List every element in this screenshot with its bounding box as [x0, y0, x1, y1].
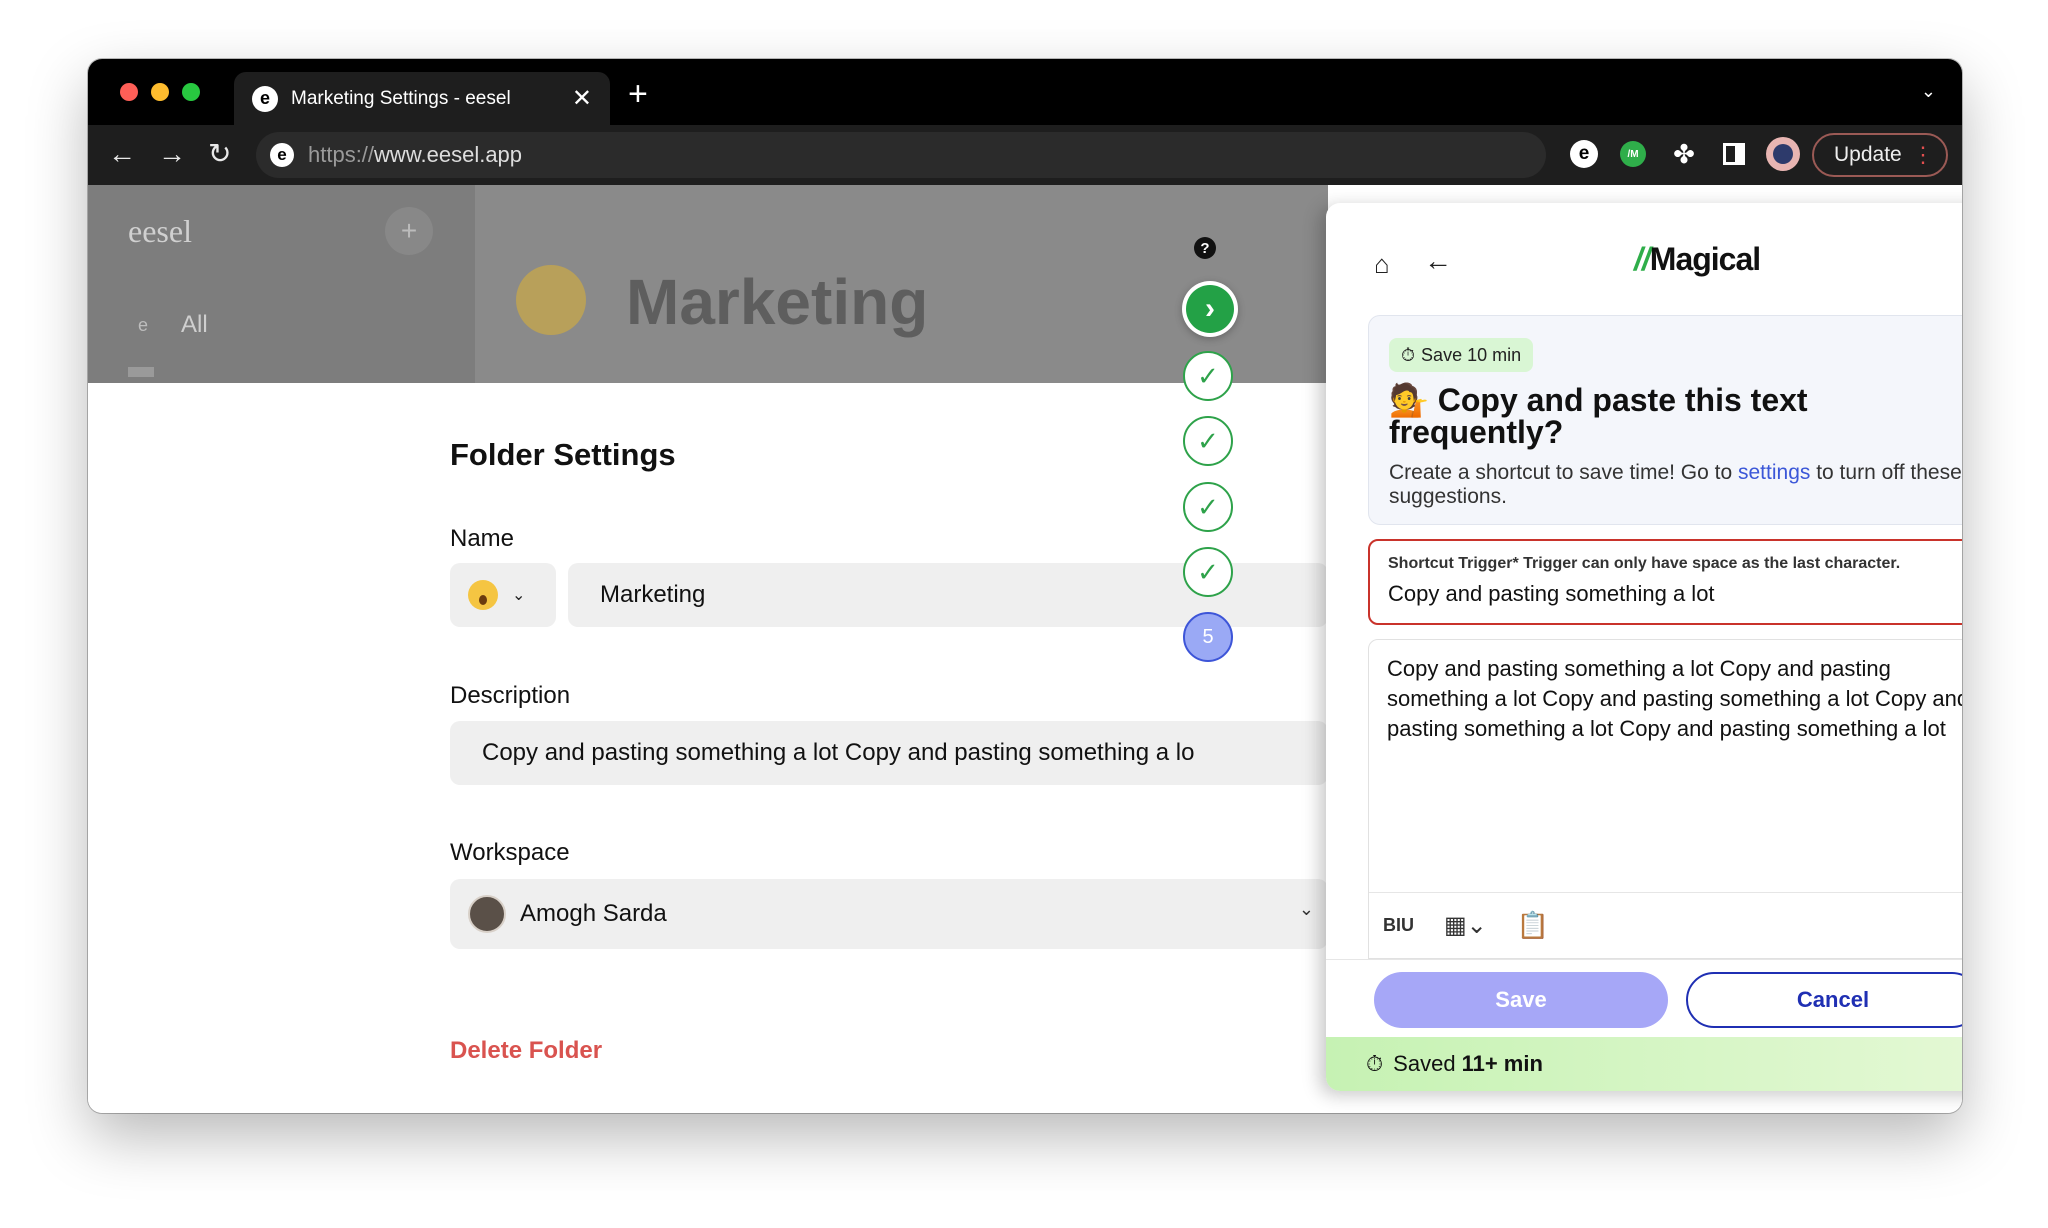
- suggestion-body: Create a shortcut to save time! Go to se…: [1389, 461, 1962, 509]
- all-folder-icon: e: [138, 315, 149, 335]
- add-folder-button[interactable]: +: [385, 207, 433, 255]
- step-check-icon[interactable]: ✓: [1183, 351, 1233, 401]
- url-text: https://www.eesel.app: [308, 142, 522, 168]
- site-info-icon[interactable]: e: [270, 143, 294, 167]
- side-panel-glyph: [1723, 143, 1745, 165]
- shortcut-trigger-label: Shortcut Trigger* Trigger can only have …: [1388, 555, 1901, 572]
- description-input[interactable]: Copy and pasting something a lot Copy an…: [450, 721, 1328, 785]
- new-tab-button[interactable]: +: [628, 75, 648, 114]
- browser-tab-active[interactable]: e Marketing Settings - eesel ✕: [234, 72, 610, 125]
- tab-bar: e Marketing Settings - eesel ✕ + ⌄: [88, 59, 1962, 125]
- close-window-button[interactable]: [120, 83, 138, 101]
- save-button[interactable]: Save: [1374, 972, 1668, 1028]
- stopwatch-icon: ⏱: [1366, 1051, 1384, 1076]
- step-check-icon[interactable]: ✓: [1183, 547, 1233, 597]
- url-host: www.eesel.app: [374, 142, 523, 167]
- tab-close-icon[interactable]: ✕: [572, 84, 592, 113]
- calendar-icon[interactable]: ▦⌄: [1444, 911, 1487, 940]
- eesel-favicon-icon: e: [252, 85, 278, 112]
- person-tipping-hand-icon: 💁: [1389, 382, 1429, 418]
- settings-link[interactable]: settings: [1738, 461, 1810, 484]
- sidebar-item-all[interactable]: All: [181, 311, 208, 339]
- snippet-editor[interactable]: Copy and pasting something a lot Copy an…: [1368, 639, 1962, 959]
- step-check-icon[interactable]: ✓: [1183, 416, 1233, 466]
- url-scheme: https://: [308, 142, 375, 167]
- emoji-picker[interactable]: ⌄: [450, 563, 556, 627]
- back-arrow-icon[interactable]: ←: [108, 139, 136, 169]
- suggestion-body-text: Create a shortcut to save time! Go to: [1389, 461, 1738, 484]
- editor-toolbar: BIU ▦⌄ 📋: [1369, 892, 1962, 958]
- workspace-value: Amogh Sarda: [520, 900, 667, 927]
- magical-logo-slash: //: [1634, 241, 1651, 277]
- step-current[interactable]: 5: [1183, 612, 1233, 662]
- magical-toggle-button[interactable]: ›: [1182, 281, 1238, 337]
- magical-panel: ⌂ ← //Magical ⏱ Save 10 min 💁 Copy and p…: [1326, 203, 1962, 1091]
- profile-avatar[interactable]: [1766, 137, 1800, 171]
- name-label: Name: [450, 525, 515, 552]
- suggestion-title: 💁 Copy and paste this text frequently?: [1389, 384, 1949, 448]
- forward-arrow-icon[interactable]: →: [158, 139, 186, 169]
- shortcut-trigger-input[interactable]: Copy and pasting something a lot: [1388, 581, 1962, 607]
- magical-logo: //Magical: [1634, 241, 1761, 278]
- suggestion-title-text: Copy and paste this text frequently?: [1389, 382, 1808, 450]
- workspace-label: Workspace: [450, 839, 570, 866]
- tab-search-chevron-icon[interactable]: ⌄: [1921, 81, 1936, 102]
- update-button[interactable]: Update ⋮: [1812, 133, 1948, 177]
- sidebar: eesel + e All: [88, 185, 475, 383]
- back-arrow-icon[interactable]: ←: [1424, 245, 1452, 277]
- browser-window: e Marketing Settings - eesel ✕ + ⌄ ← → ↻…: [88, 59, 1962, 1113]
- page-content: eesel + e All Marketing Folder Settings …: [88, 185, 1962, 1113]
- snippet-text[interactable]: Copy and pasting something a lot Copy an…: [1387, 654, 1962, 744]
- saved-prefix: Saved: [1393, 1051, 1456, 1076]
- dimmed-background: eesel + e All Marketing: [88, 185, 1328, 383]
- suggestion-card: ⏱ Save 10 min 💁 Copy and paste this text…: [1368, 315, 1962, 525]
- folder-emoji-icon: [516, 265, 586, 335]
- minimize-window-button[interactable]: [151, 83, 169, 101]
- eesel-extension-icon[interactable]: e: [1570, 140, 1598, 168]
- magical-logo-text: Magical: [1649, 241, 1761, 277]
- step-check-icon[interactable]: ✓: [1183, 482, 1233, 532]
- cancel-button[interactable]: Cancel: [1686, 972, 1962, 1028]
- page-title: Marketing: [626, 266, 929, 338]
- home-icon[interactable]: ⌂: [1374, 249, 1390, 280]
- shortcut-trigger-field[interactable]: Shortcut Trigger* Trigger can only have …: [1368, 539, 1962, 625]
- save-time-badge: ⏱ Save 10 min: [1389, 338, 1534, 372]
- maximize-window-button[interactable]: [182, 83, 200, 101]
- chevron-down-icon: ⌄: [1298, 899, 1314, 919]
- save-time-label: Save 10 min: [1421, 344, 1522, 365]
- saved-amount: 11+ min: [1461, 1051, 1543, 1076]
- surprised-face-icon: [468, 580, 498, 610]
- chevron-down-icon: ⌄: [512, 587, 526, 604]
- folder-settings-title: Folder Settings: [450, 437, 676, 472]
- extensions-puzzle-icon[interactable]: ✤: [1668, 138, 1700, 170]
- side-panel-icon[interactable]: [1718, 138, 1750, 170]
- reload-icon[interactable]: ↻: [208, 139, 231, 169]
- description-label: Description: [450, 682, 571, 709]
- workspace-avatar: [468, 895, 506, 933]
- browser-toolbar: ← → ↻ e https://www.eesel.app e /M ✤ Upd…: [88, 125, 1962, 185]
- sidebar-item-partial: [128, 367, 154, 377]
- more-vertical-icon: ⋮: [1912, 142, 1934, 167]
- help-icon[interactable]: ?: [1194, 237, 1216, 259]
- tab-title: Marketing Settings - eesel: [291, 87, 511, 109]
- magical-extension-icon[interactable]: /M: [1620, 141, 1646, 167]
- text-format-icon[interactable]: BIU: [1383, 915, 1414, 936]
- chevron-right-icon: ›: [1186, 285, 1234, 333]
- workspace-select[interactable]: Amogh Sarda ⌄: [450, 879, 1328, 949]
- update-label: Update: [1834, 143, 1902, 166]
- clipboard-icon[interactable]: 📋: [1517, 910, 1549, 941]
- delete-folder-button[interactable]: Delete Folder: [450, 1037, 602, 1065]
- eesel-logo: eesel: [128, 213, 192, 249]
- stopwatch-icon: ⏱: [1401, 344, 1416, 365]
- address-bar[interactable]: e https://www.eesel.app: [256, 132, 1546, 178]
- action-buttons: Save Cancel: [1326, 959, 1962, 1037]
- saved-time-bar: ⏱ Saved 11+ min ⋖: [1326, 1037, 1962, 1091]
- profile-avatar-image: [1773, 144, 1793, 164]
